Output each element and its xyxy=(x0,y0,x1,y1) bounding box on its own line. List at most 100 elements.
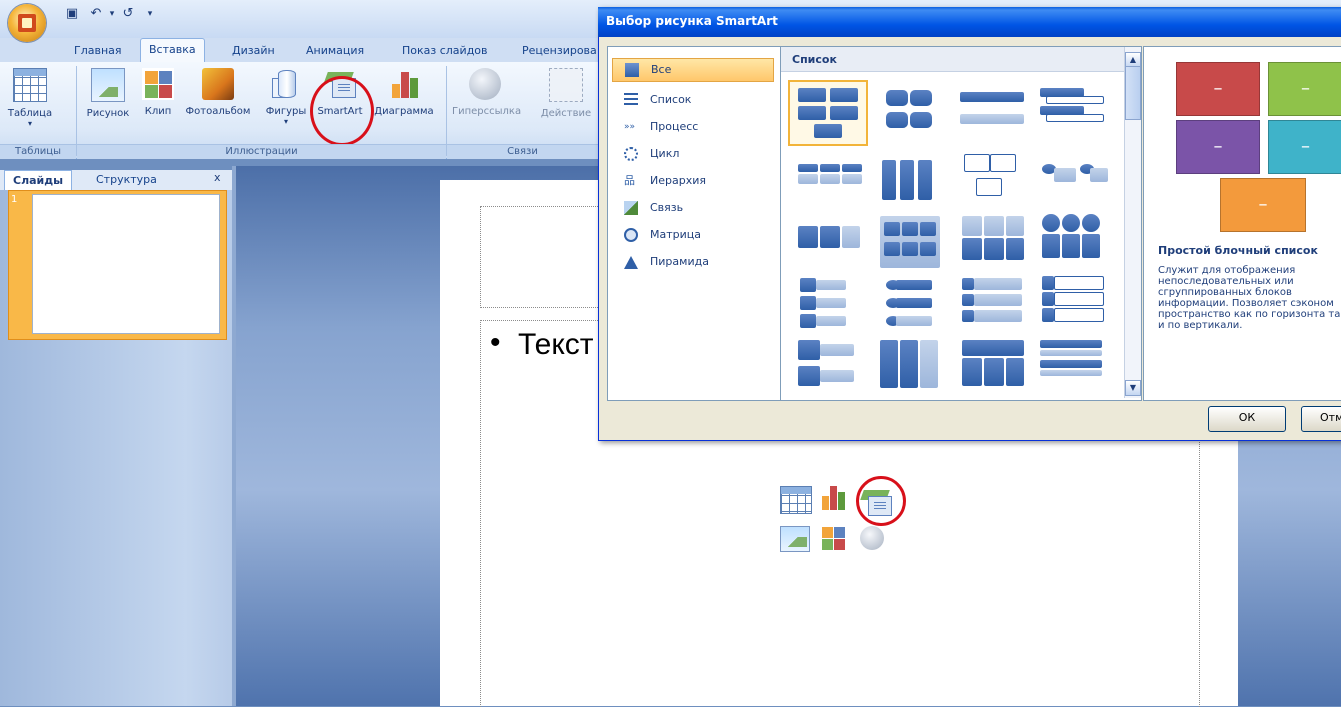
undo-dropdown-icon[interactable]: ▾ xyxy=(104,6,120,22)
layout-item[interactable] xyxy=(1036,82,1112,144)
tab-slideshow[interactable]: Показ слайдов xyxy=(394,40,496,62)
insert-clipart-icon[interactable] xyxy=(820,526,848,550)
action-label: Действие xyxy=(540,108,592,119)
insert-table-icon[interactable] xyxy=(780,486,812,514)
layout-item[interactable] xyxy=(1036,150,1112,212)
table-label: Таблица xyxy=(7,108,53,119)
layout-item[interactable] xyxy=(956,274,1032,336)
slide-number: 1 xyxy=(11,194,18,205)
action-icon xyxy=(549,68,583,102)
layout-item[interactable] xyxy=(790,274,866,336)
office-button[interactable] xyxy=(8,4,46,42)
gallery-header-title: Список xyxy=(792,53,837,66)
category-list-item[interactable]: Список xyxy=(612,89,772,111)
preview-block: – xyxy=(1268,120,1341,174)
all-icon xyxy=(625,63,639,77)
layout-item[interactable] xyxy=(790,212,866,274)
layout-basic-block-list[interactable] xyxy=(788,80,868,146)
layout-item[interactable] xyxy=(790,150,866,212)
picture-icon xyxy=(91,68,125,102)
category-process[interactable]: »» Процесс xyxy=(612,116,772,138)
layout-item[interactable] xyxy=(956,82,1032,144)
shapes-button[interactable]: Фигуры ▾ xyxy=(260,68,312,126)
category-all[interactable]: Все xyxy=(612,58,774,82)
category-cycle[interactable]: Цикл xyxy=(612,143,772,165)
chevron-down-icon: ▾ xyxy=(283,117,288,126)
tab-home[interactable]: Главная xyxy=(66,40,130,62)
group-separator xyxy=(76,66,77,156)
group-links-label: Связи xyxy=(447,144,598,159)
layout-item[interactable] xyxy=(790,336,866,398)
clip-label: Клип xyxy=(144,106,172,117)
layout-item[interactable] xyxy=(956,336,1032,398)
tab-insert[interactable]: Вставка xyxy=(140,38,205,63)
category-hierarchy[interactable]: 品 Иерархия xyxy=(612,170,772,192)
group-illustrations-label: Иллюстрации xyxy=(77,144,446,159)
layout-item[interactable] xyxy=(1036,336,1112,398)
preview-block: – xyxy=(1176,120,1260,174)
shapes-icon xyxy=(270,68,302,100)
ok-button[interactable]: ОК xyxy=(1208,406,1286,432)
list-icon xyxy=(624,93,638,107)
clipart-icon xyxy=(142,68,174,100)
process-icon: »» xyxy=(624,122,636,132)
highlight-circle xyxy=(310,76,374,146)
preview-description: Служит для отображения непоследовательны… xyxy=(1158,265,1341,331)
tab-animation[interactable]: Анимация xyxy=(298,40,372,62)
table-button[interactable]: Таблица ▾ xyxy=(6,68,54,128)
redo-icon[interactable]: ↺ xyxy=(120,6,136,22)
close-icon[interactable]: x xyxy=(214,171,221,184)
insert-chart-icon[interactable] xyxy=(820,486,848,510)
group-separator xyxy=(446,66,447,156)
layout-item[interactable] xyxy=(872,212,948,274)
scrollbar-thumb[interactable] xyxy=(1125,66,1141,120)
layout-item[interactable] xyxy=(1036,212,1112,274)
insert-picture-icon[interactable] xyxy=(780,526,810,552)
tab-slides[interactable]: Слайды xyxy=(4,170,73,190)
category-matrix[interactable]: Матрица xyxy=(612,224,772,246)
chart-button[interactable]: Диаграмма xyxy=(368,68,440,117)
undo-icon[interactable]: ↶ xyxy=(88,6,104,22)
office-logo-icon xyxy=(18,14,36,32)
group-tables-label: Таблицы xyxy=(0,144,76,159)
slide-thumbnail[interactable] xyxy=(32,194,220,334)
cancel-button[interactable]: Отм xyxy=(1301,406,1341,432)
photo-album-button[interactable]: Фотоальбом xyxy=(180,68,256,117)
scroll-down-icon[interactable]: ▼ xyxy=(1125,380,1141,396)
preview-title: Простой блочный список xyxy=(1158,244,1318,257)
chart-icon xyxy=(388,68,420,100)
layout-item[interactable] xyxy=(872,82,948,144)
insert-media-icon[interactable] xyxy=(860,526,884,550)
tab-review[interactable]: Рецензирова xyxy=(514,40,605,62)
customize-icon[interactable]: ▾ xyxy=(142,6,158,22)
bullet-text[interactable]: Текст xyxy=(518,328,594,362)
album-label: Фотоальбом xyxy=(185,106,251,117)
layout-item[interactable] xyxy=(956,212,1032,274)
layout-item[interactable] xyxy=(872,336,948,398)
tab-design[interactable]: Дизайн xyxy=(224,40,283,62)
hyperlink-icon xyxy=(469,68,501,100)
chevron-down-icon: ▾ xyxy=(27,119,32,128)
clip-button[interactable]: Клип xyxy=(138,68,178,117)
hyperlink-button[interactable]: Гиперссылка xyxy=(452,68,522,117)
picture-button[interactable]: Рисунок xyxy=(84,68,132,119)
category-pyramid[interactable]: Пирамида xyxy=(612,251,772,273)
photo-album-icon xyxy=(202,68,234,100)
picture-label: Рисунок xyxy=(86,108,130,119)
cycle-icon xyxy=(624,147,638,161)
chart-label: Диаграмма xyxy=(374,106,434,117)
layout-item[interactable] xyxy=(1036,274,1112,336)
layout-item[interactable] xyxy=(872,150,948,212)
layout-item[interactable] xyxy=(956,150,1032,212)
layout-item[interactable] xyxy=(872,274,948,336)
relationship-icon xyxy=(624,201,638,215)
hyperlink-label: Гиперссылка xyxy=(452,106,522,117)
preview-block: – xyxy=(1268,62,1341,116)
tab-outline[interactable]: Структура xyxy=(88,170,165,189)
preview-block: – xyxy=(1176,62,1260,116)
dialog-title: Выбор рисунка SmartArt xyxy=(606,14,778,28)
action-button[interactable]: Действие xyxy=(536,68,596,119)
category-relationship[interactable]: Связь xyxy=(612,197,772,219)
save-icon[interactable]: ▣ xyxy=(64,6,80,22)
shapes-label: Фигуры xyxy=(265,106,307,117)
